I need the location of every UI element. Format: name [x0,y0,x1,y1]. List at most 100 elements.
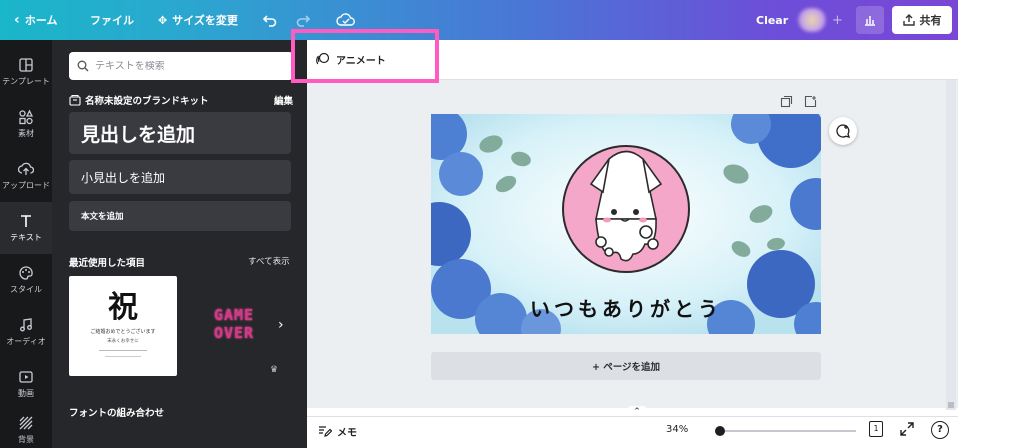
share-label: 共有 [919,14,942,27]
top-bar: ‹ ホーム ファイル ✥ サイズを変更 Clear + 共有 [0,0,958,40]
zoom-value[interactable]: 34% [666,424,688,435]
over-text: OVER [213,324,255,342]
rail-label: 素材 [18,129,34,138]
add-page-icon[interactable] [804,95,817,108]
insights-button[interactable] [856,6,884,34]
brand-kit-icon [69,94,81,106]
plus-icon: + [832,12,843,28]
duplicate-page-icon[interactable] [780,95,793,108]
rail-label: 背景 [18,435,34,444]
avatar[interactable] [798,8,826,32]
elements-icon [19,109,34,125]
text-icon [21,215,31,227]
share-icon [902,14,915,26]
right-gutter [958,0,1024,448]
undo-icon [262,15,277,27]
recent-section-title: 最近使用した項目 [69,258,146,269]
page-tools [780,95,820,109]
vertical-scrollbar[interactable] [946,80,956,410]
text-panel: 名称未設定のブランドキット 編集 見出しを追加 小見出しを追加 本文を追加 最近… [52,40,307,448]
thumb-big-kanji: 祝 [108,290,138,325]
add-body-text-button[interactable]: 本文を追加 [69,201,291,231]
resize-label: サイズを変更 [172,14,238,27]
page-count-button[interactable]: 1 [869,421,883,437]
help-button[interactable]: ? [931,421,949,439]
notes-label: メモ [337,427,357,439]
notes-button[interactable]: メモ [318,421,357,441]
rail-label: 動画 [18,389,34,398]
rail-item-video[interactable]: 動画 [0,358,52,410]
see-all-link[interactable]: すべて表示 [248,255,290,267]
rail-item-audio[interactable]: オーディオ [0,306,52,358]
add-heading-button[interactable]: 見出しを追加 [69,112,291,154]
brand-kit-row: 名称未設定のブランドキット 編集 [69,92,293,108]
bar-chart-icon [865,16,875,26]
carousel-next-button[interactable]: › [278,317,294,337]
music-icon [20,318,32,332]
save-status-button[interactable] [336,0,356,40]
app-window: ‹ ホーム ファイル ✥ サイズを変更 Clear + 共有 テンプレート 素材… [0,0,1024,448]
resize-button[interactable]: ✥ サイズを変更 [158,0,238,40]
rail-label: スタイル [10,285,42,294]
expand-icon [900,422,914,436]
undo-button[interactable] [262,0,278,40]
zoom-slider[interactable] [715,426,856,436]
recent-thumb-game-over[interactable]: GAME OVER [184,276,284,376]
rail-item-elements[interactable]: 素材 [0,98,52,150]
thumb-line-1: ご結婚おめでとうございます [90,329,156,335]
thumb-rule [105,356,141,357]
clear-label: Clear [756,13,789,27]
rail-label: オーディオ [6,337,46,346]
scrollbar-thumb[interactable] [948,402,954,408]
upload-icon [18,162,34,175]
animate-label: アニメート [336,55,386,67]
add-body-label: 本文を追加 [81,212,124,222]
comment-plus-icon [836,124,850,138]
add-collaborator-button[interactable]: + [832,0,843,40]
add-heading-label: 見出しを追加 [81,123,196,146]
animate-icon [316,52,330,65]
notes-icon [319,426,332,437]
rail-item-templates[interactable]: テンプレート [0,46,52,98]
search-input[interactable] [95,60,285,72]
chevron-left-icon: ‹ [14,12,20,28]
chevron-right-icon: › [278,317,284,333]
rail-label: アップロード [2,181,50,190]
video-icon [19,371,33,383]
home-button[interactable]: ‹ ホーム [14,0,57,40]
redo-icon [296,15,311,27]
rail-item-uploads[interactable]: アップロード [0,150,52,202]
home-label: ホーム [24,14,58,27]
search-icon [77,60,89,72]
add-subheading-button[interactable]: 小見出しを追加 [69,160,291,194]
thumb-line-2: 末永くお幸せに [107,339,139,344]
file-label: ファイル [90,14,134,27]
brand-kit-edit-link[interactable]: 編集 [274,93,293,107]
animate-button[interactable]: アニメート [316,46,406,72]
clear-button[interactable]: Clear [756,0,788,40]
share-button[interactable]: 共有 [892,6,952,34]
add-subheading-label: 小見出しを追加 [81,170,166,185]
rail-label: テキスト [10,233,42,242]
rail-item-background[interactable]: 背景 [0,404,52,448]
add-comment-button[interactable] [829,117,857,145]
file-menu-button[interactable]: ファイル [90,0,134,40]
rail-item-text[interactable]: テキスト [0,202,52,254]
recent-thumb-celebration[interactable]: 祝 ご結婚おめでとうございます 末永くお幸せに [69,276,177,376]
thumb-rule [99,350,147,351]
design-caption: いつもありがとう [530,297,722,321]
fullscreen-button[interactable] [899,421,915,437]
resize-icon: ✥ [158,13,168,27]
redo-button[interactable] [295,0,311,40]
brand-kit-label: 名称未設定のブランドキット [85,96,209,107]
search-box[interactable] [69,52,293,80]
palette-icon [19,266,33,280]
cloud-check-icon [336,13,355,26]
add-page-label: + ページを追加 [591,362,661,373]
font-combo-title: フォントの組み合わせ [69,408,165,419]
design-artwork: いつもありがとう [431,114,821,334]
left-rail: テンプレート 素材 アップロード テキスト スタイル オーディオ 動画 背景 [0,40,52,448]
add-page-button[interactable]: + ページを追加 [431,352,821,380]
rail-item-styles[interactable]: スタイル [0,254,52,306]
design-page[interactable]: いつもありがとう [431,114,821,334]
